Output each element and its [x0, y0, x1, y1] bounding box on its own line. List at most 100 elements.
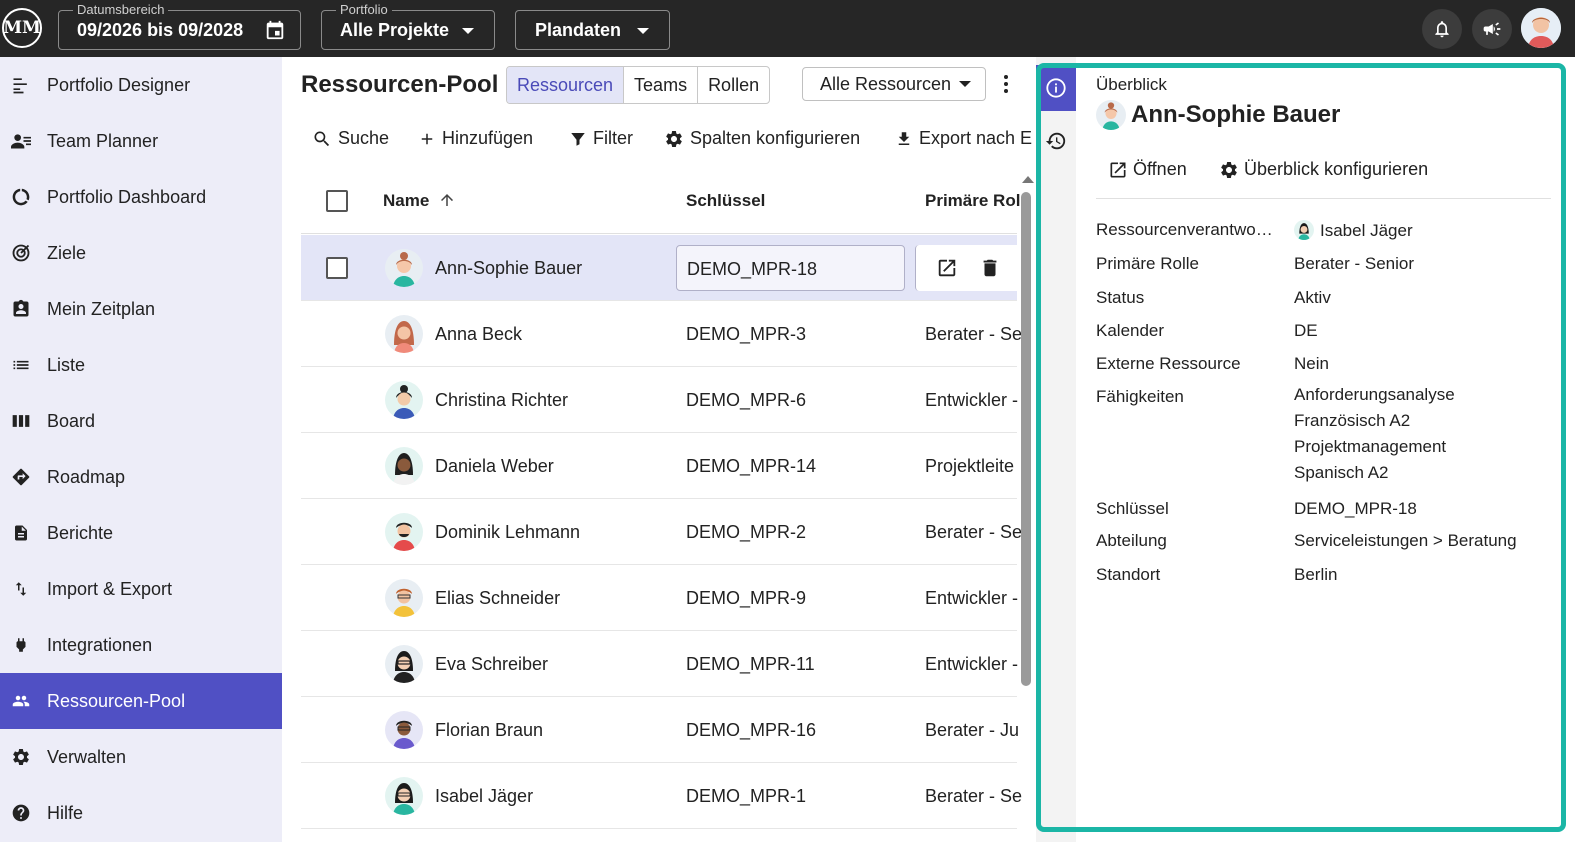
filter-button[interactable]: Filter — [569, 128, 633, 149]
sidebar-item-mein-zeitplan[interactable]: Mein Zeitplan — [0, 281, 282, 337]
key-value: DEMO_MPR-18 — [687, 259, 818, 279]
export-button[interactable]: Export nach E — [895, 128, 1032, 149]
sidebar-item-liste[interactable]: Liste — [0, 337, 282, 393]
open-in-new-icon[interactable] — [936, 257, 958, 279]
chevron-down-icon — [637, 28, 649, 34]
table-row[interactable]: Anna Beck DEMO_MPR-3 Berater - Se — [301, 301, 1022, 367]
portfolio-legend: Portfolio — [336, 2, 392, 18]
app-logo[interactable]: MM — [2, 8, 42, 48]
sidebar-item-label: Portfolio Designer — [47, 74, 191, 95]
avatar — [1294, 220, 1314, 240]
table-row[interactable] — [301, 829, 1017, 842]
avatar — [1096, 100, 1126, 130]
field-value-role: Berater - Senior — [1294, 254, 1414, 273]
column-header-key[interactable]: Schlüssel — [686, 191, 765, 211]
resource-filter-select[interactable]: Alle Ressourcen — [802, 67, 986, 101]
table-row[interactable]: Ann-Sophie Bauer DEMO_MPR-18 — [301, 235, 1017, 301]
scroll-up-arrow-icon[interactable] — [1022, 176, 1034, 183]
configure-columns-label: Spalten konfigurieren — [690, 128, 861, 148]
portfolio-select[interactable]: Portfolio Alle Projekte — [321, 2, 495, 50]
plus-icon — [421, 133, 433, 144]
field-value-owner[interactable]: Isabel Jäger — [1294, 220, 1413, 241]
sidebar-item-roadmap[interactable]: Roadmap — [0, 449, 282, 505]
calendar-icon[interactable] — [264, 19, 286, 46]
sidebar-item-label: Ziele — [47, 242, 87, 263]
delete-icon[interactable] — [979, 257, 1001, 279]
table-row[interactable]: Eva Schreiber DEMO_MPR-11 Entwickler - — [301, 631, 1018, 697]
tab-rollen[interactable]: Rollen — [698, 67, 769, 103]
table-row[interactable]: Christina Richter DEMO_MPR-6 Entwickler … — [301, 367, 1018, 433]
date-range-picker[interactable]: Datumsbereich 09/2026 bis 09/2028 — [58, 2, 301, 50]
open-button[interactable]: Öffnen — [1108, 159, 1187, 180]
sidebar-item-portfolio-dashboard[interactable]: Portfolio Dashboard — [0, 169, 282, 225]
configure-overview-button[interactable]: Überblick konfigurieren — [1219, 159, 1428, 180]
table-row[interactable]: Dominik Lehmann DEMO_MPR-2 Berater - Se — [301, 499, 1022, 565]
top-bar: MM Datumsbereich 09/2026 bis 09/2028 Por… — [0, 0, 1575, 57]
field-label-calendar: Kalender — [1096, 321, 1165, 340]
sidebar-item-board[interactable]: Board — [0, 393, 282, 449]
target-icon — [10, 242, 32, 264]
table-row[interactable]: Isabel Jäger DEMO_MPR-1 Berater - Se — [301, 763, 1022, 829]
field-value-location: Berlin — [1294, 565, 1338, 584]
sidebar-item-integrationen[interactable]: Integrationen — [0, 617, 282, 673]
column-header-name[interactable]: Name — [383, 191, 456, 211]
portfolio-designer-icon — [10, 74, 32, 96]
announcements-button[interactable] — [1472, 9, 1512, 49]
key-input[interactable]: DEMO_MPR-18 — [676, 245, 905, 291]
sidebar-item-label: Team Planner — [47, 130, 159, 151]
sidebar-item-label: Liste — [47, 354, 86, 375]
details-rail — [1036, 57, 1076, 842]
owner-name: Isabel Jäger — [1320, 221, 1413, 240]
info-icon — [1046, 78, 1066, 98]
table-header: Name Schlüssel Primäre Rol — [301, 169, 1020, 234]
scroll-thumb[interactable] — [1021, 192, 1031, 686]
column-name-label: Name — [383, 191, 430, 210]
data-mode-select[interactable]: Plandaten — [515, 10, 670, 50]
sidebar-item-verwalten[interactable]: Verwalten — [0, 729, 282, 785]
sidebar-item-hilfe[interactable]: Hilfe — [0, 785, 282, 841]
sidebar-item-team-planner[interactable]: Team Planner — [0, 113, 282, 169]
sidebar-item-ziele[interactable]: Ziele — [0, 225, 282, 281]
table-row[interactable]: Elias Schneider DEMO_MPR-9 Entwickler - — [301, 565, 1018, 631]
search-button[interactable]: Suche — [312, 128, 389, 149]
resource-role: Berater - Se — [925, 522, 1023, 542]
sidebar-item-berichte[interactable]: Berichte — [0, 505, 282, 561]
bell-icon — [1435, 21, 1449, 38]
filter-label: Filter — [593, 128, 633, 148]
sidebar-item-label: Import & Export — [47, 578, 173, 599]
resource-key: DEMO_MPR-14 — [686, 456, 817, 476]
tab-teams[interactable]: Teams — [624, 67, 699, 103]
history-tab[interactable] — [1036, 121, 1076, 161]
overview-tab[interactable] — [1036, 65, 1076, 111]
notifications-button[interactable] — [1422, 9, 1462, 49]
sidebar-item-label: Board — [47, 410, 96, 431]
resource-title: Ann-Sophie Bauer — [1131, 101, 1341, 128]
field-value-status: Aktiv — [1294, 288, 1331, 307]
sidebar-item-portfolio-designer[interactable]: Portfolio Designer — [0, 57, 282, 113]
resource-name: Florian Braun — [435, 720, 544, 740]
download-icon — [898, 131, 910, 145]
table-scrollbar[interactable] — [1018, 174, 1036, 842]
table-row[interactable]: Daniela Weber DEMO_MPR-14 Projektleite — [301, 433, 1017, 499]
sidebar-item-label: Verwalten — [47, 746, 127, 767]
tab-ressourcen[interactable]: Ressourcen — [507, 67, 625, 103]
resource-name: Daniela Weber — [435, 456, 554, 476]
sidebar-item-import-export[interactable]: Import & Export — [0, 561, 282, 617]
column-header-role[interactable]: Primäre Rol — [925, 191, 1020, 211]
sidebar-item-label: Integrationen — [47, 634, 153, 655]
user-avatar[interactable] — [1521, 8, 1561, 48]
view-tabs: Ressourcen Teams Rollen — [506, 66, 771, 104]
row-checkbox[interactable] — [326, 257, 348, 279]
more-options-icon[interactable] — [1000, 73, 1012, 95]
row-actions — [915, 245, 1017, 291]
table-row[interactable]: Florian Braun DEMO_MPR-16 Berater - Ju — [301, 697, 1019, 763]
history-icon — [1045, 132, 1066, 150]
avatar — [385, 579, 423, 617]
add-button[interactable]: Hinzufügen — [418, 128, 533, 149]
sidebar-item-ressourcen-pool[interactable]: Ressourcen-Pool — [0, 673, 282, 729]
select-all-checkbox[interactable] — [326, 190, 348, 212]
avatar — [385, 513, 423, 551]
configure-columns-button[interactable]: Spalten konfigurieren — [664, 128, 860, 149]
megaphone-icon — [1483, 22, 1501, 36]
resource-role: Berater - Se — [925, 786, 1023, 806]
